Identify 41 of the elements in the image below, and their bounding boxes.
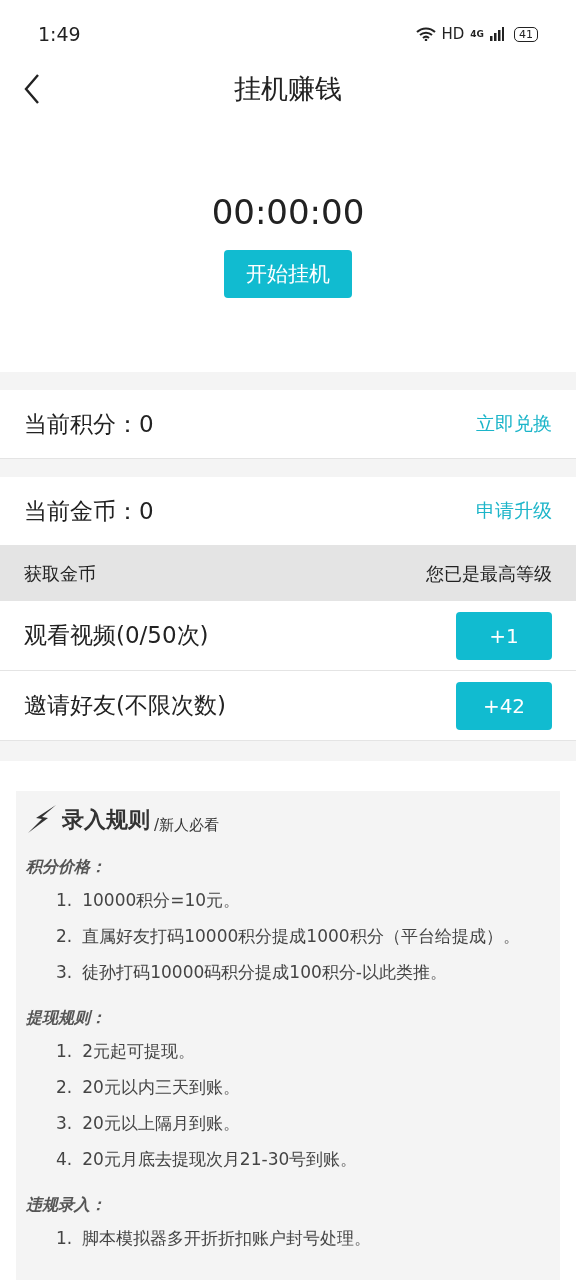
reward-button[interactable]: +1 — [456, 611, 552, 660]
list-number: 2. — [56, 1077, 73, 1097]
list-number: 1. — [56, 1228, 73, 1248]
list-number: 1. — [56, 890, 73, 910]
signal-icon — [490, 27, 504, 41]
rule-text: 2元起可提现。 — [82, 1039, 196, 1063]
rule-text: 直属好友打码10000积分提成1000积分（平台给提成）。 — [82, 924, 520, 948]
section-title: 获取金币 — [24, 561, 96, 586]
wifi-icon — [415, 27, 436, 41]
redeem-link[interactable]: 立即兑换 — [476, 411, 552, 437]
list-number: 2. — [56, 926, 73, 946]
rules-title: 录入规则 — [62, 806, 150, 834]
list-number: 3. — [56, 962, 73, 982]
coins-label: 当前金币：0 — [24, 496, 154, 526]
rules-heading: 积分价格： — [26, 857, 107, 878]
start-button[interactable]: 开始挂机 — [224, 250, 352, 298]
status-time: 1:49 — [38, 23, 81, 45]
upgrade-link[interactable]: 申请升级 — [476, 498, 552, 524]
hd-indicator: HD — [441, 25, 465, 43]
task-label: 观看视频(0/50次) — [24, 621, 209, 650]
rule-text: 20元以内三天到账。 — [82, 1075, 240, 1099]
reward-button[interactable]: +42 — [456, 681, 552, 730]
task-label: 邀请好友(不限次数) — [24, 691, 226, 720]
rule-text: 20元月底去提现次月21-30号到账。 — [82, 1147, 358, 1171]
rules-heading: 提现规则： — [26, 1008, 107, 1029]
rule-text: 10000积分=10元。 — [82, 888, 241, 912]
back-icon[interactable] — [24, 74, 40, 104]
network-type: 4G — [470, 29, 484, 39]
rules-subtitle: /新人必看 — [154, 816, 220, 835]
list-number: 3. — [56, 1113, 73, 1133]
battery-indicator: 41 — [514, 26, 538, 42]
rule-text: 脚本模拟器多开折折扣账户封号处理。 — [82, 1226, 372, 1250]
rules-heading: 违规录入： — [26, 1195, 107, 1216]
rule-text: 20元以上隔月到账。 — [82, 1111, 240, 1135]
timer-display: 00:00:00 — [211, 192, 365, 232]
list-number: 1. — [56, 1041, 73, 1061]
list-number: 4. — [56, 1149, 73, 1169]
level-status: 您已是最高等级 — [426, 561, 552, 586]
page-title: 挂机赚钱 — [234, 72, 342, 106]
rule-text: 徒孙打码10000码积分提成100积分-以此类推。 — [82, 960, 447, 984]
points-label: 当前积分：0 — [24, 409, 154, 439]
